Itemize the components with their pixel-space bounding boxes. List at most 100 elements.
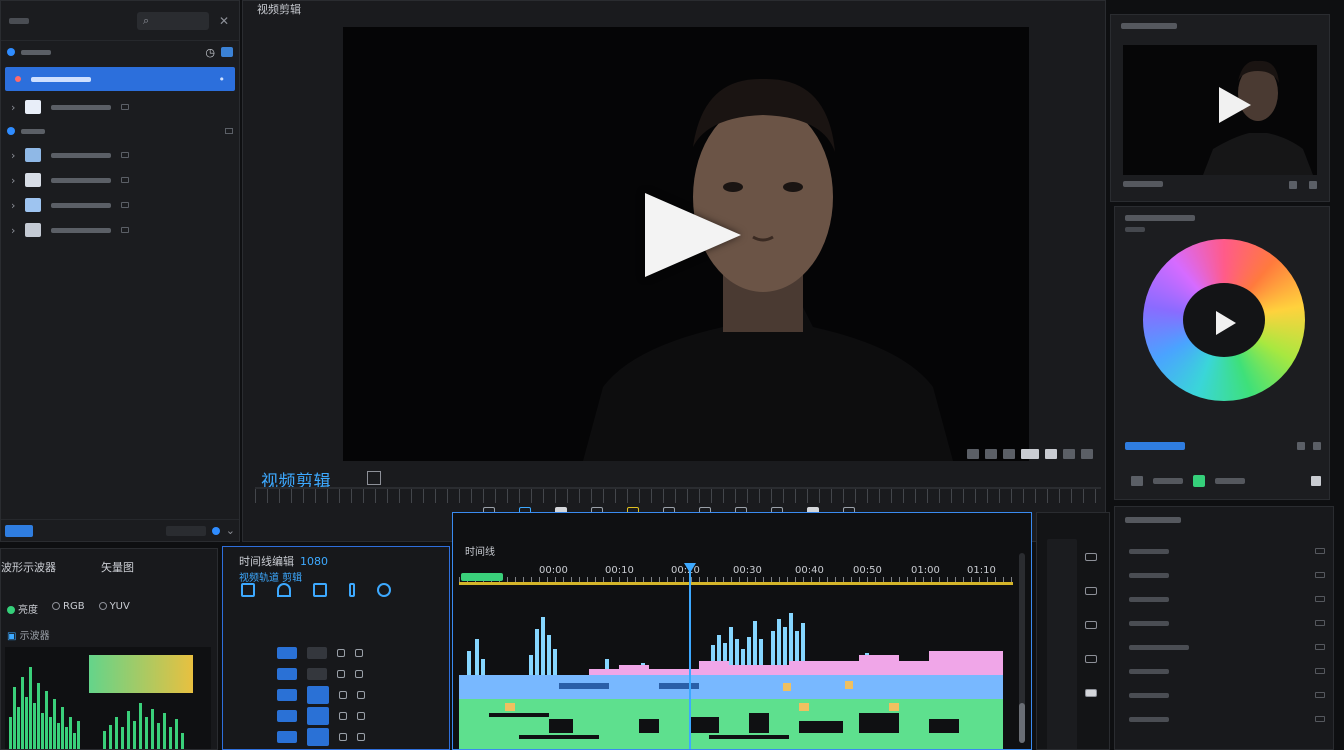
track-toggle[interactable] xyxy=(307,647,327,659)
more-icon[interactable]: • xyxy=(219,73,226,86)
refresh-icon[interactable] xyxy=(377,583,391,597)
search-input[interactable]: ⌕ xyxy=(137,11,209,30)
track-toggle[interactable] xyxy=(277,647,297,659)
lock-icon[interactable] xyxy=(339,691,347,699)
quality-icon[interactable] xyxy=(1021,449,1039,459)
import-button[interactable] xyxy=(5,524,33,537)
item-options-icon[interactable] xyxy=(121,227,130,233)
meter-control-icon[interactable] xyxy=(1085,587,1097,595)
media-item[interactable]: › xyxy=(1,193,239,217)
eye-icon[interactable] xyxy=(357,733,365,741)
meter-control-icon[interactable] xyxy=(1085,553,1097,561)
meter-control-icon[interactable] xyxy=(1085,655,1097,663)
safe-area-icon[interactable] xyxy=(985,449,997,459)
bin-header[interactable]: ◷ xyxy=(1,41,239,63)
color-picker-icon[interactable] xyxy=(1311,476,1321,486)
timeline-panel[interactable]: 时间线 00:00 00:10 00:20 00:30 00:40 00:50 … xyxy=(452,512,1032,750)
chevron-down-icon[interactable]: ⌄ xyxy=(226,524,235,537)
loop-icon[interactable] xyxy=(1289,181,1297,189)
property-toggle[interactable] xyxy=(1315,692,1325,698)
play-icon[interactable] xyxy=(1219,87,1251,123)
ruler-work-area[interactable] xyxy=(459,582,1013,585)
item-options-icon[interactable] xyxy=(121,177,130,183)
media-item[interactable]: › xyxy=(1,95,239,119)
track-toggle[interactable] xyxy=(277,731,297,743)
inspector-row[interactable] xyxy=(1129,661,1325,681)
item-options-icon[interactable] xyxy=(225,128,233,134)
timeline-scroll-thumb[interactable] xyxy=(1019,703,1025,743)
chevron-right-icon[interactable]: › xyxy=(11,101,15,114)
settings-icon[interactable] xyxy=(1081,449,1093,459)
scope-option-yuv[interactable]: YUV xyxy=(98,601,130,616)
scope-option-luma[interactable]: 亮度 xyxy=(7,601,38,616)
close-icon[interactable]: ✕ xyxy=(217,14,231,28)
eye-icon[interactable] xyxy=(357,712,365,720)
inspector-row[interactable] xyxy=(1129,613,1325,633)
play-icon[interactable] xyxy=(645,193,741,277)
media-item[interactable]: › xyxy=(1,143,239,167)
color-swatch[interactable] xyxy=(1193,475,1205,487)
track-toggle[interactable] xyxy=(307,728,329,746)
grid-icon[interactable] xyxy=(1003,449,1015,459)
bin-header-2[interactable] xyxy=(1,120,239,142)
audio-icon[interactable] xyxy=(1063,449,1075,459)
lock-icon[interactable] xyxy=(337,670,345,678)
track-toggle[interactable] xyxy=(307,707,329,725)
playhead[interactable] xyxy=(689,565,691,749)
zoom-handle-icon[interactable] xyxy=(211,526,220,535)
inspector-row[interactable] xyxy=(1129,565,1325,585)
item-options-icon[interactable] xyxy=(121,152,130,158)
scope-option-rgb[interactable]: RGB xyxy=(52,601,85,616)
eye-icon[interactable] xyxy=(357,691,365,699)
media-item[interactable]: › xyxy=(1,218,239,242)
meter-control-icon[interactable] xyxy=(1085,621,1097,629)
track-toggle[interactable] xyxy=(277,668,297,680)
property-toggle[interactable] xyxy=(1315,548,1325,554)
track-toggle[interactable] xyxy=(277,710,297,722)
meter-control-icon[interactable] xyxy=(1085,689,1097,697)
property-toggle[interactable] xyxy=(1315,620,1325,626)
eyedropper-icon[interactable] xyxy=(1131,476,1143,486)
item-options-icon[interactable] xyxy=(121,104,130,110)
video-track-2[interactable] xyxy=(459,675,1003,701)
chevron-right-icon[interactable]: › xyxy=(11,224,15,237)
settings-icon[interactable] xyxy=(1309,181,1317,189)
item-options-icon[interactable] xyxy=(121,202,130,208)
inspector-row[interactable] xyxy=(1129,685,1325,705)
lock-icon[interactable] xyxy=(337,649,345,657)
options-icon[interactable] xyxy=(1313,442,1321,450)
track-toggle[interactable] xyxy=(307,686,329,704)
inspector-row[interactable] xyxy=(1129,541,1325,561)
eye-icon[interactable] xyxy=(355,670,363,678)
track-toggle[interactable] xyxy=(277,689,297,701)
snap-icon[interactable] xyxy=(241,583,255,597)
timeline-ruler[interactable]: 00:00 00:10 00:20 00:30 00:40 00:50 01:0… xyxy=(459,565,1013,587)
clock-icon[interactable]: ◷ xyxy=(205,46,215,59)
media-item-selected[interactable]: • xyxy=(5,67,235,91)
property-toggle[interactable] xyxy=(1315,668,1325,674)
video-frame[interactable] xyxy=(343,27,1029,461)
property-toggle[interactable] xyxy=(1315,716,1325,722)
track-toggle[interactable] xyxy=(307,668,327,680)
inspector-row[interactable] xyxy=(1129,637,1325,657)
viewer-ruler[interactable] xyxy=(255,489,1101,503)
viewer-layout-icon[interactable] xyxy=(367,471,381,485)
chevron-right-icon[interactable]: › xyxy=(11,149,15,162)
view-toggle-icon[interactable] xyxy=(221,47,233,57)
inspector-row[interactable] xyxy=(1129,589,1325,609)
source-preview-frame[interactable] xyxy=(1123,45,1317,175)
fit-icon[interactable] xyxy=(967,449,979,459)
reset-icon[interactable] xyxy=(1297,442,1305,450)
play-icon[interactable] xyxy=(1216,311,1236,335)
lock-icon[interactable] xyxy=(339,712,347,720)
chevron-right-icon[interactable]: › xyxy=(11,199,15,212)
audio-track[interactable] xyxy=(459,699,1003,750)
link-clips-icon[interactable] xyxy=(313,583,327,597)
fullscreen-icon[interactable] xyxy=(1045,449,1057,459)
property-toggle[interactable] xyxy=(1315,596,1325,602)
in-out-marker[interactable] xyxy=(461,573,503,581)
media-item[interactable]: › xyxy=(1,168,239,192)
color-mode-button[interactable] xyxy=(1125,442,1185,450)
property-toggle[interactable] xyxy=(1315,644,1325,650)
chevron-right-icon[interactable]: › xyxy=(11,174,15,187)
